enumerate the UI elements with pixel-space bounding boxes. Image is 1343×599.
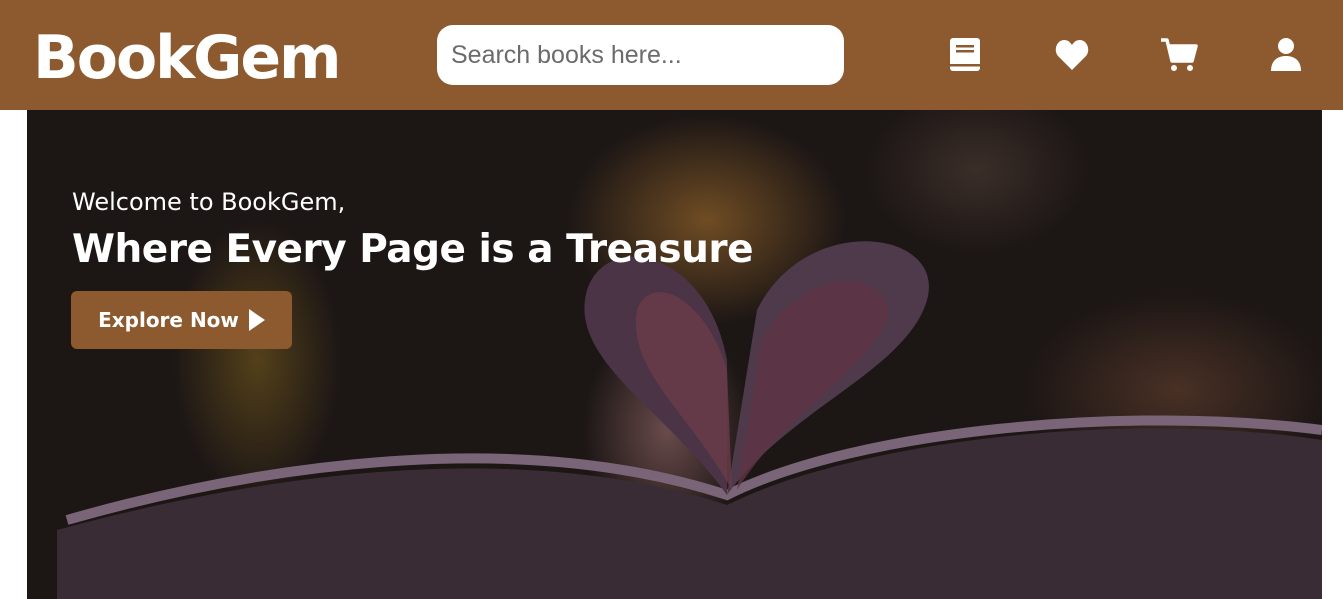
play-arrow-icon	[248, 309, 265, 331]
hero-tagline: Where Every Page is a Treasure	[72, 227, 754, 272]
heart-book-image	[57, 241, 1322, 599]
explore-now-label: Explore Now	[98, 308, 239, 332]
heart-icon[interactable]	[1054, 37, 1090, 73]
site-header: BookGem	[0, 0, 1343, 110]
book-icon[interactable]	[947, 37, 983, 73]
welcome-text: Welcome to BookGem,	[72, 188, 346, 216]
cart-icon[interactable]	[1160, 37, 1198, 73]
logo[interactable]: BookGem	[33, 22, 342, 94]
search-input[interactable]	[437, 25, 844, 85]
explore-now-button[interactable]: Explore Now	[71, 291, 292, 349]
user-icon[interactable]	[1268, 37, 1304, 73]
hero-banner: Welcome to BookGem, Where Every Page is …	[27, 110, 1322, 599]
